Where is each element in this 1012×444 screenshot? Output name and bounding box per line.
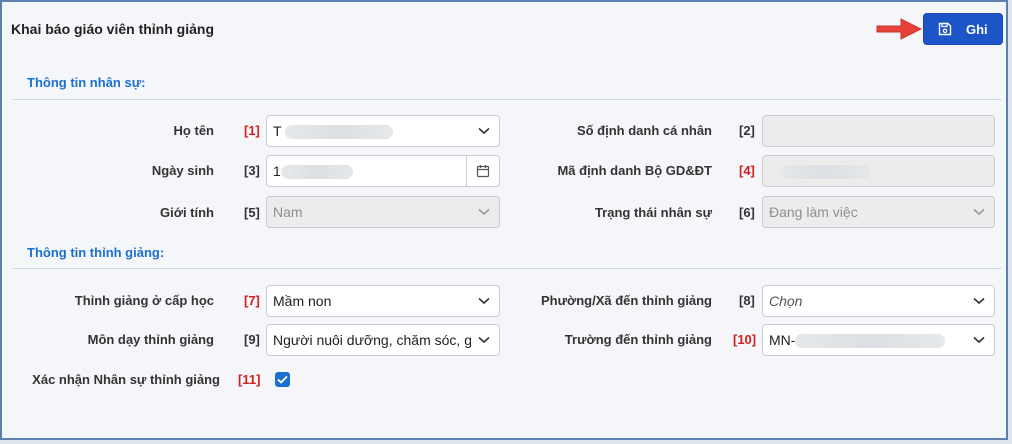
xac-nhan-checkbox[interactable] [275,372,290,387]
so-dinh-danh-input[interactable] [762,115,995,147]
label-truong: Trường đến thỉnh giảng [564,332,712,347]
num-trang-thai: [6] [739,205,755,220]
label-phuong-xa: Phường/Xã đến thỉnh giảng [540,293,712,308]
phuong-xa-select[interactable]: Chọn [762,285,995,317]
chevron-down-icon [973,336,985,344]
label-trang-thai: Trạng thái nhân sự [594,205,712,220]
section-divider [12,268,1002,269]
truong-select[interactable]: MN- [762,324,995,356]
cap-hoc-value: Mầm non [273,293,332,309]
ma-dinh-danh-value [769,163,994,180]
mon-day-select[interactable]: Người nuôi dưỡng, chăm sóc, g [266,324,500,356]
chevron-down-icon [478,336,490,344]
calendar-button[interactable] [466,156,499,186]
label-ho-ten: Họ tên [173,123,214,138]
ngay-sinh-date-input[interactable]: 1 [266,155,500,187]
num-truong: [10] [733,332,757,347]
section-divider [12,99,1002,100]
save-button-label: Ghi [966,21,988,37]
num-ho-ten: [1] [244,123,260,138]
num-ngay-sinh: [3] [244,163,260,178]
save-button[interactable]: Ghi [923,13,1003,45]
trang-thai-select[interactable]: Đang làm việc [762,196,995,228]
section-title-guest: Thông tin thỉnh giảng: [27,245,165,260]
trang-thai-value: Đang làm việc [769,204,858,220]
chevron-down-icon [478,208,490,216]
page-title: Khai báo giáo viên thỉnh giảng [11,21,215,37]
header: Khai báo giáo viên thỉnh giảng Ghi [2,2,1006,56]
truong-value: MN- [769,332,994,349]
num-ma-dinh-danh: [4] [739,163,755,178]
label-ma-dinh-danh: Mã định danh Bộ GD&ĐT [557,163,712,178]
num-xac-nhan: [11] [238,372,261,387]
num-mon-day: [9] [244,332,260,347]
chevron-down-icon [478,297,490,305]
label-ngay-sinh: Ngày sinh [151,163,214,178]
label-so-dinh-danh: Số định danh cá nhân [576,123,712,138]
chevron-down-icon [973,208,985,216]
label-gioi-tinh: Giới tính [159,205,214,220]
ho-ten-value: T [273,123,499,140]
arrow-pointer-icon [876,18,923,40]
ma-dinh-danh-input[interactable] [762,155,995,187]
num-gioi-tinh: [5] [244,205,260,220]
section-title-personal: Thông tin nhân sự: [27,75,146,90]
gioi-tinh-value: Nam [273,204,303,220]
chevron-down-icon [973,297,985,305]
form-window: Khai báo giáo viên thỉnh giảng Ghi Thông… [0,0,1008,440]
ho-ten-select[interactable]: T [266,115,500,147]
num-cap-hoc: [7] [244,293,260,308]
num-so-dinh-danh: [2] [739,123,755,138]
num-phuong-xa: [8] [739,293,755,308]
check-icon [277,375,288,384]
label-cap-hoc: Thỉnh giảng ở cấp học [74,293,214,308]
label-mon-day: Môn dạy thỉnh giảng [87,332,214,347]
label-xac-nhan: Xác nhận Nhân sự thỉnh giảng [32,372,220,387]
mon-day-value: Người nuôi dưỡng, chăm sóc, g [273,332,471,348]
gioi-tinh-select[interactable]: Nam [266,196,500,228]
floppy-disk-icon [938,22,952,36]
chevron-down-icon [478,127,490,135]
phuong-xa-placeholder: Chọn [769,293,803,309]
cap-hoc-select[interactable]: Mầm non [266,285,500,317]
calendar-icon [476,165,490,178]
